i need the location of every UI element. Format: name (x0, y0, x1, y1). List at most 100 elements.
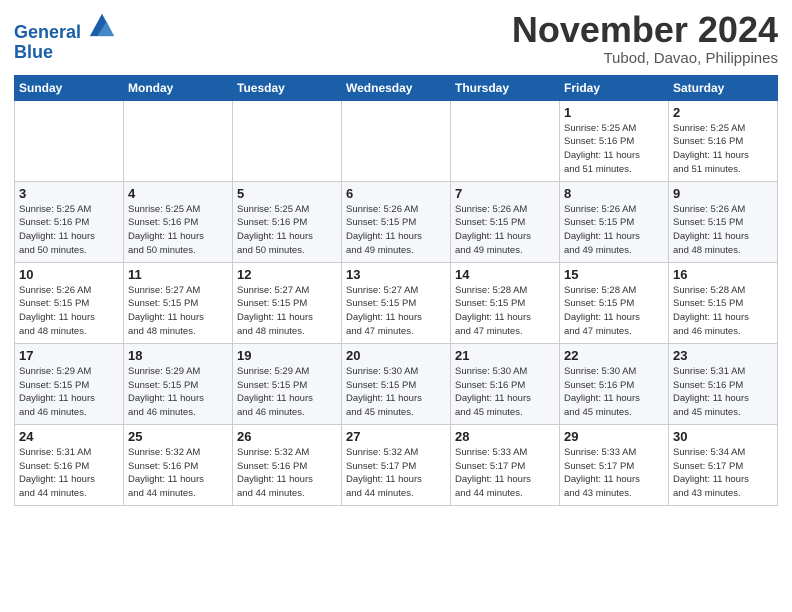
day-info: Sunrise: 5:28 AMSunset: 5:15 PMDaylight:… (673, 284, 773, 339)
day-number: 2 (673, 105, 773, 120)
day-info: Sunrise: 5:27 AMSunset: 5:15 PMDaylight:… (237, 284, 337, 339)
calendar-cell: 2 Sunrise: 5:25 AMSunset: 5:16 PMDaylight… (669, 100, 778, 181)
day-number: 22 (564, 348, 664, 363)
day-info: Sunrise: 5:31 AMSunset: 5:16 PMDaylight:… (673, 365, 773, 420)
col-saturday: Saturday (669, 75, 778, 100)
day-info: Sunrise: 5:31 AMSunset: 5:16 PMDaylight:… (19, 446, 119, 501)
day-info: Sunrise: 5:25 AMSunset: 5:16 PMDaylight:… (673, 122, 773, 177)
calendar-cell (124, 100, 233, 181)
day-number: 12 (237, 267, 337, 282)
day-info: Sunrise: 5:27 AMSunset: 5:15 PMDaylight:… (128, 284, 228, 339)
day-number: 7 (455, 186, 555, 201)
calendar: Sunday Monday Tuesday Wednesday Thursday… (14, 75, 778, 506)
day-number: 26 (237, 429, 337, 444)
location: Tubod, Davao, Philippines (512, 50, 778, 67)
calendar-cell: 16Sunrise: 5:28 AMSunset: 5:15 PMDayligh… (669, 262, 778, 343)
calendar-cell: 26 Sunrise: 5:32 AMSunset: 5:16 PMDayligh… (233, 424, 342, 505)
day-info: Sunrise: 5:30 AMSunset: 5:15 PMDaylight:… (346, 365, 446, 420)
calendar-cell: 28 Sunrise: 5:33 AMSunset: 5:17 PMDayligh… (451, 424, 560, 505)
page: General Blue November 2024 Tubod, Davao,… (0, 0, 792, 612)
day-number: 6 (346, 186, 446, 201)
day-number: 30 (673, 429, 773, 444)
day-info: Sunrise: 5:26 AMSunset: 5:15 PMDaylight:… (346, 203, 446, 258)
calendar-week-1: 1Sunrise: 5:25 AMSunset: 5:16 PMDaylight… (15, 100, 778, 181)
calendar-cell: 6 Sunrise: 5:26 AMSunset: 5:15 PMDaylight… (342, 181, 451, 262)
col-monday: Monday (124, 75, 233, 100)
day-number: 23 (673, 348, 773, 363)
calendar-cell: 20 Sunrise: 5:30 AMSunset: 5:15 PMDayligh… (342, 343, 451, 424)
calendar-cell (15, 100, 124, 181)
calendar-cell: 8 Sunrise: 5:26 AMSunset: 5:15 PMDaylight… (560, 181, 669, 262)
day-info: Sunrise: 5:25 AMSunset: 5:16 PMDaylight:… (128, 203, 228, 258)
day-number: 13 (346, 267, 446, 282)
calendar-cell: 14 Sunrise: 5:28 AMSunset: 5:15 PMDayligh… (451, 262, 560, 343)
title-block: November 2024 Tubod, Davao, Philippines (512, 10, 778, 67)
day-number: 5 (237, 186, 337, 201)
calendar-cell: 1Sunrise: 5:25 AMSunset: 5:16 PMDaylight… (560, 100, 669, 181)
calendar-cell (342, 100, 451, 181)
col-sunday: Sunday (15, 75, 124, 100)
day-info: Sunrise: 5:32 AMSunset: 5:17 PMDaylight:… (346, 446, 446, 501)
calendar-header-row: Sunday Monday Tuesday Wednesday Thursday… (15, 75, 778, 100)
day-info: Sunrise: 5:29 AMSunset: 5:15 PMDaylight:… (237, 365, 337, 420)
calendar-cell (233, 100, 342, 181)
calendar-cell: 3Sunrise: 5:25 AMSunset: 5:16 PMDaylight… (15, 181, 124, 262)
calendar-cell: 5 Sunrise: 5:25 AMSunset: 5:16 PMDaylight… (233, 181, 342, 262)
calendar-week-3: 10Sunrise: 5:26 AMSunset: 5:15 PMDayligh… (15, 262, 778, 343)
logo-general: General (14, 22, 81, 42)
calendar-cell: 22Sunrise: 5:30 AMSunset: 5:16 PMDayligh… (560, 343, 669, 424)
day-info: Sunrise: 5:33 AMSunset: 5:17 PMDaylight:… (455, 446, 555, 501)
logo-icon (88, 10, 116, 38)
day-info: Sunrise: 5:26 AMSunset: 5:15 PMDaylight:… (673, 203, 773, 258)
day-info: Sunrise: 5:28 AMSunset: 5:15 PMDaylight:… (455, 284, 555, 339)
month-title: November 2024 (512, 10, 778, 50)
col-friday: Friday (560, 75, 669, 100)
day-number: 14 (455, 267, 555, 282)
calendar-cell: 21 Sunrise: 5:30 AMSunset: 5:16 PMDayligh… (451, 343, 560, 424)
calendar-cell: 27 Sunrise: 5:32 AMSunset: 5:17 PMDayligh… (342, 424, 451, 505)
calendar-cell: 11Sunrise: 5:27 AMSunset: 5:15 PMDayligh… (124, 262, 233, 343)
calendar-cell: 12 Sunrise: 5:27 AMSunset: 5:15 PMDayligh… (233, 262, 342, 343)
day-info: Sunrise: 5:25 AMSunset: 5:16 PMDaylight:… (19, 203, 119, 258)
calendar-cell: 25Sunrise: 5:32 AMSunset: 5:16 PMDayligh… (124, 424, 233, 505)
calendar-cell: 7 Sunrise: 5:26 AMSunset: 5:15 PMDaylight… (451, 181, 560, 262)
day-info: Sunrise: 5:32 AMSunset: 5:16 PMDaylight:… (128, 446, 228, 501)
day-info: Sunrise: 5:25 AMSunset: 5:16 PMDaylight:… (237, 203, 337, 258)
calendar-cell: 23 Sunrise: 5:31 AMSunset: 5:16 PMDayligh… (669, 343, 778, 424)
day-number: 4 (128, 186, 228, 201)
day-number: 19 (237, 348, 337, 363)
calendar-cell: 19 Sunrise: 5:29 AMSunset: 5:15 PMDayligh… (233, 343, 342, 424)
col-tuesday: Tuesday (233, 75, 342, 100)
day-info: Sunrise: 5:25 AMSunset: 5:16 PMDaylight:… (564, 122, 664, 177)
calendar-cell: 15Sunrise: 5:28 AMSunset: 5:15 PMDayligh… (560, 262, 669, 343)
day-number: 20 (346, 348, 446, 363)
day-number: 21 (455, 348, 555, 363)
day-info: Sunrise: 5:26 AMSunset: 5:15 PMDaylight:… (564, 203, 664, 258)
day-number: 8 (564, 186, 664, 201)
day-number: 18 (128, 348, 228, 363)
calendar-cell: 29Sunrise: 5:33 AMSunset: 5:17 PMDayligh… (560, 424, 669, 505)
calendar-cell: 17Sunrise: 5:29 AMSunset: 5:15 PMDayligh… (15, 343, 124, 424)
day-number: 27 (346, 429, 446, 444)
calendar-week-5: 24 Sunrise: 5:31 AMSunset: 5:16 PMDayligh… (15, 424, 778, 505)
calendar-cell: 18 Sunrise: 5:29 AMSunset: 5:15 PMDayligh… (124, 343, 233, 424)
calendar-cell: 13 Sunrise: 5:27 AMSunset: 5:15 PMDayligh… (342, 262, 451, 343)
day-number: 29 (564, 429, 664, 444)
col-thursday: Thursday (451, 75, 560, 100)
day-info: Sunrise: 5:30 AMSunset: 5:16 PMDaylight:… (455, 365, 555, 420)
day-info: Sunrise: 5:26 AMSunset: 5:15 PMDaylight:… (19, 284, 119, 339)
col-wednesday: Wednesday (342, 75, 451, 100)
day-info: Sunrise: 5:29 AMSunset: 5:15 PMDaylight:… (128, 365, 228, 420)
calendar-cell: 4 Sunrise: 5:25 AMSunset: 5:16 PMDaylight… (124, 181, 233, 262)
day-info: Sunrise: 5:32 AMSunset: 5:16 PMDaylight:… (237, 446, 337, 501)
calendar-cell: 10Sunrise: 5:26 AMSunset: 5:15 PMDayligh… (15, 262, 124, 343)
day-number: 9 (673, 186, 773, 201)
logo-text: General (14, 10, 116, 43)
day-info: Sunrise: 5:26 AMSunset: 5:15 PMDaylight:… (455, 203, 555, 258)
logo-blue: Blue (14, 43, 116, 63)
calendar-cell: 9 Sunrise: 5:26 AMSunset: 5:15 PMDaylight… (669, 181, 778, 262)
day-info: Sunrise: 5:27 AMSunset: 5:15 PMDaylight:… (346, 284, 446, 339)
day-info: Sunrise: 5:29 AMSunset: 5:15 PMDaylight:… (19, 365, 119, 420)
day-number: 24 (19, 429, 119, 444)
day-number: 28 (455, 429, 555, 444)
